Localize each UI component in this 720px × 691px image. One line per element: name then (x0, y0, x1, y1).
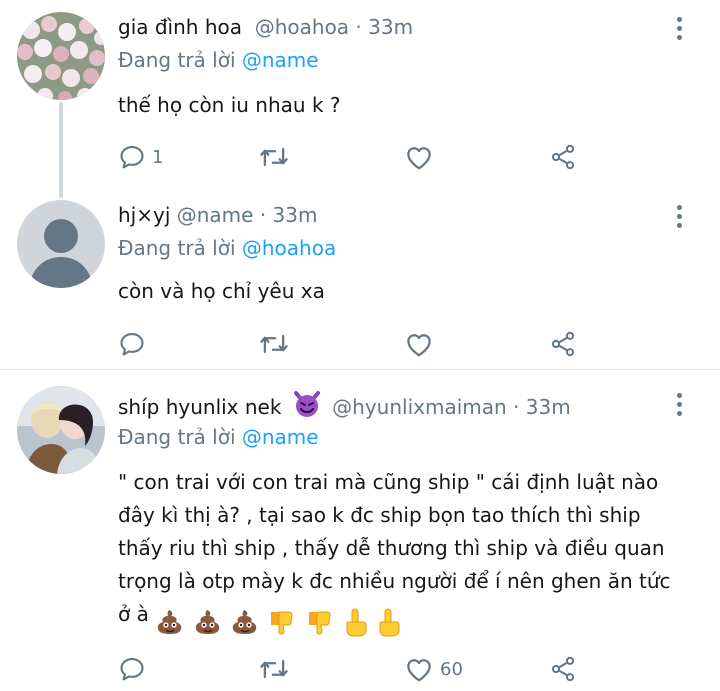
timestamp[interactable]: 33m (526, 395, 571, 419)
avatar[interactable] (17, 386, 105, 474)
like-button[interactable] (404, 141, 440, 173)
user-handle[interactable]: @hoahoa (255, 15, 349, 39)
tweet-card[interactable]: hj×yj @name · 33m Đang trả lời @hoahoa c… (0, 188, 720, 369)
user-handle[interactable]: @name (177, 203, 254, 227)
reply-icon (120, 333, 144, 356)
tweet-text: còn và họ chỉ yêu xa (118, 279, 325, 303)
like-count: 60 (440, 658, 463, 680)
timestamp[interactable]: 33m (368, 15, 413, 39)
heart-icon (407, 147, 431, 170)
point-up-emoji (379, 608, 400, 636)
reply-icon (120, 146, 144, 169)
retweet-icon (260, 147, 288, 167)
replying-to: Đang trả lời @name (118, 423, 319, 451)
retweet-icon (260, 659, 288, 679)
more-options-icon[interactable] (675, 205, 683, 231)
separator: · (355, 15, 362, 39)
replying-to-label: Đang trả lời (118, 48, 236, 72)
retweet-button[interactable] (258, 653, 296, 685)
reply-button[interactable]: 1 (118, 141, 163, 173)
poo-emoji (195, 609, 219, 634)
poo-emoji (232, 609, 257, 634)
separator: · (259, 203, 267, 227)
retweet-button[interactable] (258, 141, 296, 173)
mention-link[interactable]: @hoahoa (242, 236, 336, 260)
retweet-icon (260, 334, 288, 354)
tweet-actions: 60 (118, 653, 588, 685)
emoji-row (155, 604, 402, 637)
timestamp[interactable]: 33m (273, 203, 318, 227)
retweet-button[interactable] (258, 328, 296, 360)
share-icon (551, 331, 575, 357)
share-button[interactable] (548, 653, 578, 685)
heart-icon (407, 334, 431, 357)
share-button[interactable] (548, 141, 578, 173)
poo-emoji (157, 609, 182, 634)
like-button[interactable]: 60 (404, 653, 463, 685)
mention-link[interactable]: @name (242, 425, 319, 449)
tweet-header: hj×yj @name · 33m (118, 201, 317, 229)
like-button[interactable] (404, 328, 440, 360)
tweet-text: thế họ còn iu nhau k ? (118, 93, 341, 117)
thread-line (59, 102, 63, 198)
display-name[interactable]: shíp hyunlix nek (118, 395, 281, 419)
replying-to-label: Đang trả lời (118, 425, 236, 449)
tweet-header: shíp hyunlix nek @hyunlixmaiman · 33m (118, 390, 571, 425)
tweet-card[interactable]: gia đình hoa @hoahoa · 33m Đang trả lời … (0, 0, 720, 198)
reply-button[interactable] (118, 328, 152, 360)
point-up-emoji (346, 608, 367, 636)
more-options-icon[interactable] (675, 393, 683, 419)
tweet-card[interactable]: shíp hyunlix nek @hyunlixmaiman · 33m Đa… (0, 369, 720, 691)
mention-link[interactable]: @name (242, 48, 319, 72)
replying-to-label: Đang trả lời (118, 236, 236, 260)
replying-to: Đang trả lời @hoahoa (118, 234, 336, 262)
share-icon (551, 144, 575, 170)
tweet-header: gia đình hoa @hoahoa · 33m (118, 13, 413, 41)
separator: · (513, 395, 520, 419)
tweet-text: " con trai với con trai mà cũng ship " c… (118, 466, 688, 637)
display-name[interactable]: gia đình hoa (118, 15, 242, 39)
user-handle[interactable]: @hyunlixmaiman (332, 395, 507, 419)
tweet-actions (118, 328, 588, 360)
tweet-actions: 1 (118, 141, 588, 173)
thumbs-down-emoji (308, 611, 331, 635)
tweet-text-content: " con trai với con trai mà cũng ship " c… (118, 470, 671, 626)
replying-to: Đang trả lời @name (118, 46, 319, 74)
avatar[interactable] (17, 12, 105, 100)
display-name[interactable]: hj×yj (118, 203, 170, 227)
reply-count: 1 (152, 146, 164, 168)
smiling-devil-emoji (292, 390, 322, 425)
share-icon (551, 656, 575, 682)
thumbs-down-emoji (271, 611, 293, 635)
heart-icon (407, 659, 431, 682)
reply-icon (120, 658, 144, 681)
reply-button[interactable] (118, 653, 152, 685)
more-options-icon[interactable] (675, 17, 683, 43)
avatar[interactable] (17, 200, 105, 288)
share-button[interactable] (548, 328, 578, 360)
